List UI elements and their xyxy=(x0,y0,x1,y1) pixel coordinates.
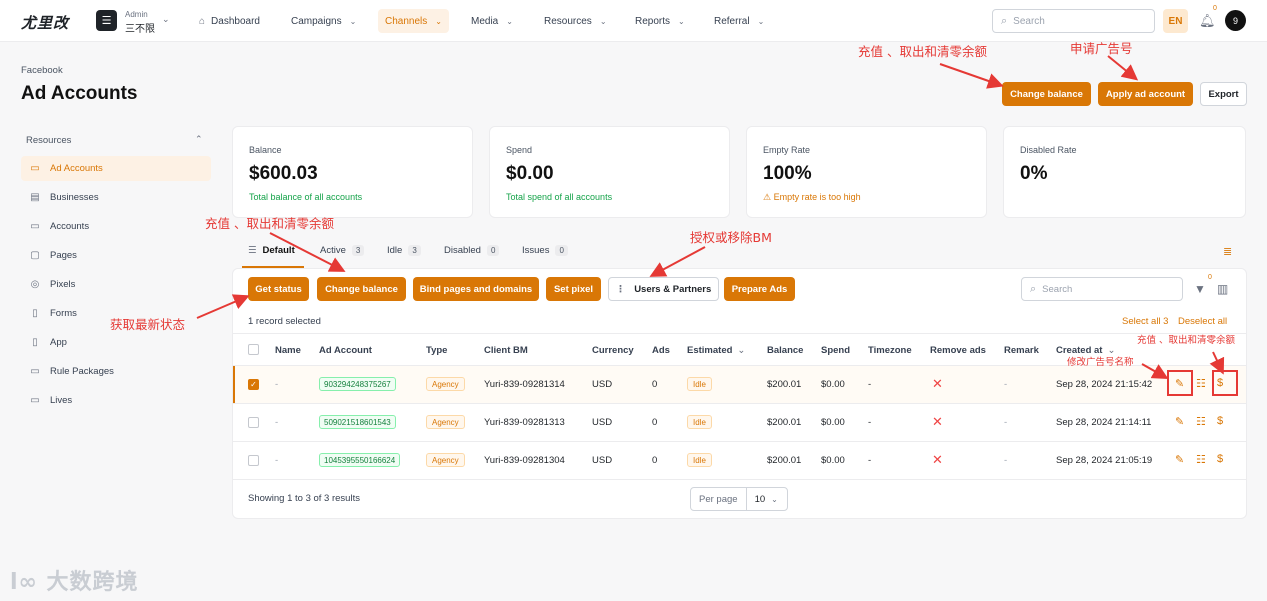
annotation-row-balance: 充值 、取出和清零余额 xyxy=(1137,335,1236,346)
annotation-arrow xyxy=(196,294,250,319)
annotation-arrow xyxy=(1107,55,1139,81)
watermark: ⅼ∞ 大数跨境 xyxy=(10,564,139,596)
annotation-apply-ad-account: 申请广告号 xyxy=(1070,41,1133,56)
annotation-arrow xyxy=(269,232,346,272)
watermark-logo-icon: ⅼ∞ xyxy=(10,570,47,595)
annotation-arrow xyxy=(1209,351,1225,375)
annotation-toolbar-change-balance: 充值 、取出和清零余额 xyxy=(205,216,334,231)
watermark-text: 大数跨境 xyxy=(46,570,139,595)
annotation-arrows xyxy=(196,55,1225,379)
annotation-users-partners: 授权或移除BM xyxy=(690,230,772,245)
annotation-arrow xyxy=(1141,363,1169,379)
annotation-header-change-balance: 充值 、取出和清零余额 xyxy=(858,44,987,59)
annotation-arrow xyxy=(649,246,706,277)
annotation-edit-name: 修改广告号名称 xyxy=(1067,357,1134,368)
annotation-get-status: 获取最新状态 xyxy=(110,317,186,332)
annotation-arrow xyxy=(939,63,1004,89)
